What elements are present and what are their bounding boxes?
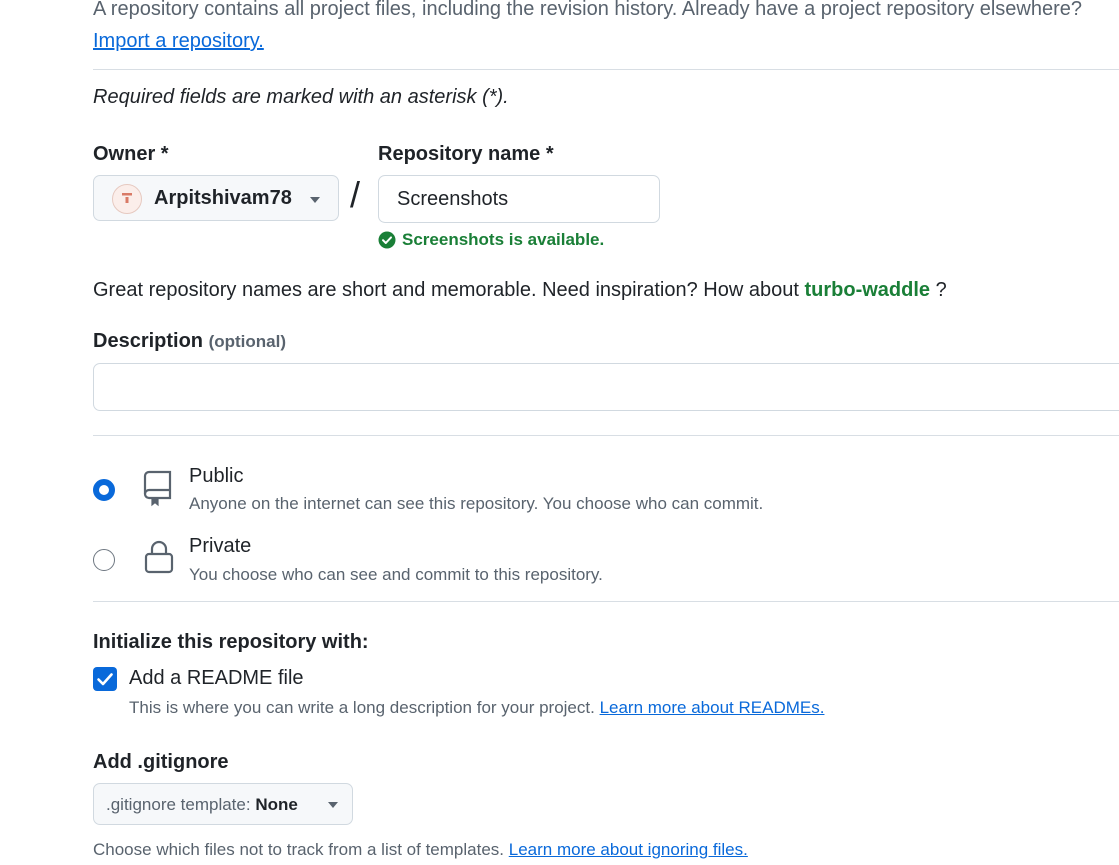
description-label: Description (optional) xyxy=(93,330,286,353)
owner-repo-separator: / xyxy=(350,174,361,215)
readme-description: This is where you can write a long descr… xyxy=(129,698,824,718)
new-repository-form: A repository contains all project files,… xyxy=(0,0,1119,865)
learn-more-ignoring-files-link[interactable]: Learn more about ignoring files. xyxy=(509,840,748,859)
owner-name: Arpitshivam78 xyxy=(154,187,292,209)
initialize-heading: Initialize this repository with: xyxy=(93,631,369,653)
private-radio[interactable] xyxy=(93,549,115,571)
add-readme-checkbox[interactable] xyxy=(93,667,117,691)
public-description: Anyone on the internet can see this repo… xyxy=(189,494,764,513)
name-suggestion: Great repository names are short and mem… xyxy=(93,279,947,302)
required-fields-note: Required fields are marked with an aster… xyxy=(93,86,509,108)
public-radio[interactable] xyxy=(93,479,115,501)
private-description: You choose who can see and commit to thi… xyxy=(189,565,603,584)
readme-desc-text: This is where you can write a long descr… xyxy=(129,698,595,717)
gitignore-template-dropdown[interactable]: .gitignore template: None xyxy=(93,783,353,825)
import-repository-link[interactable]: Import a repository. xyxy=(93,30,264,53)
suggested-name-link[interactable]: turbo-waddle xyxy=(804,279,930,301)
availability-text: Screenshots is available. xyxy=(402,230,605,249)
description-label-text: Description xyxy=(93,330,204,352)
divider xyxy=(93,435,1119,436)
gitignore-heading: Add .gitignore xyxy=(93,751,229,773)
lock-icon xyxy=(144,540,174,574)
divider xyxy=(93,69,1119,70)
learn-more-readmes-link[interactable]: Learn more about READMEs. xyxy=(600,698,825,717)
repository-name-label: Repository name * xyxy=(378,143,554,165)
suggestion-prefix: Great repository names are short and mem… xyxy=(93,279,799,301)
avatar xyxy=(112,184,142,214)
gitignore-prefix: .gitignore template: xyxy=(106,795,251,814)
optional-hint: (optional) xyxy=(208,332,287,351)
intro-text: A repository contains all project files,… xyxy=(93,0,1083,20)
checkmark-icon xyxy=(97,673,113,686)
gitignore-description: Choose which files not to track from a l… xyxy=(93,840,748,860)
owner-dropdown[interactable]: Arpitshivam78 xyxy=(93,175,339,221)
repository-name-input[interactable] xyxy=(378,175,660,223)
chevron-down-icon xyxy=(328,802,338,808)
owner-label: Owner * xyxy=(93,143,169,165)
availability-status: Screenshots is available. xyxy=(378,230,604,250)
add-readme-label: Add a README file xyxy=(129,667,304,689)
chevron-down-icon xyxy=(310,197,320,203)
private-title: Private xyxy=(189,535,252,557)
check-circle-icon xyxy=(378,231,396,249)
gitignore-value: None xyxy=(255,795,298,814)
gitignore-desc-text: Choose which files not to track from a l… xyxy=(93,840,505,859)
suggestion-suffix: ? xyxy=(935,279,947,301)
public-title: Public xyxy=(189,465,244,487)
divider xyxy=(93,601,1119,602)
avatar-icon xyxy=(122,193,132,203)
repo-icon xyxy=(143,470,172,507)
description-input[interactable] xyxy=(93,363,1119,411)
